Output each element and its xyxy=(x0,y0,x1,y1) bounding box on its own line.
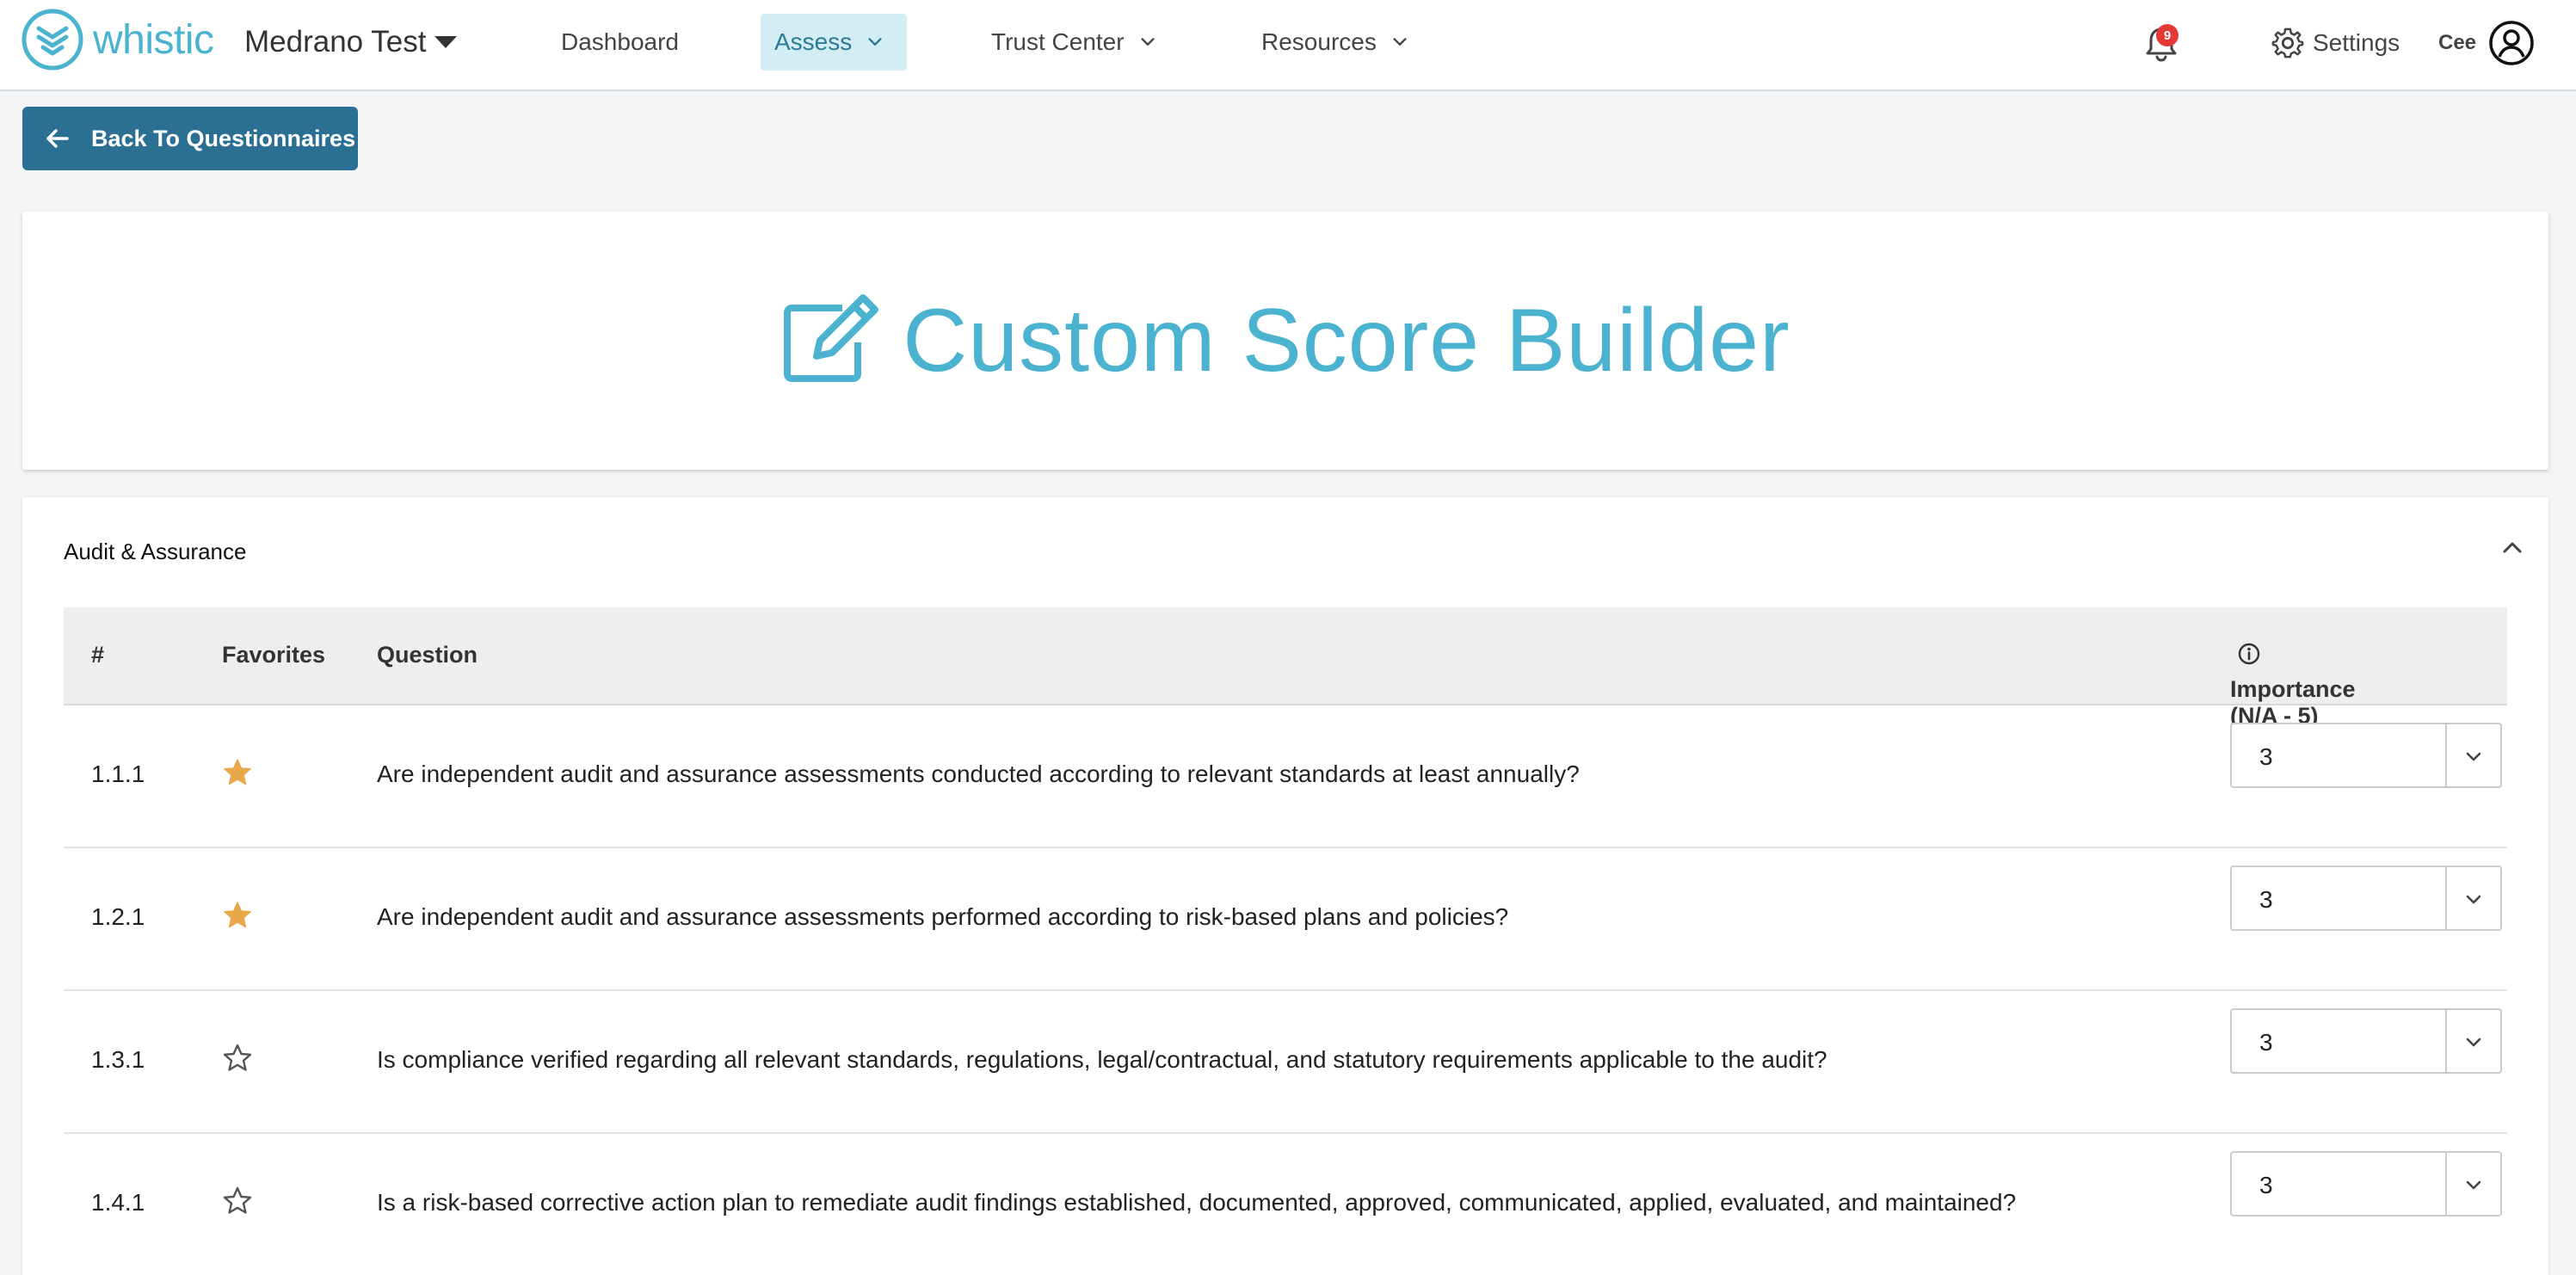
user-label: Cee xyxy=(2438,31,2477,54)
settings-label: Settings xyxy=(2313,29,2400,56)
column-header-number: # xyxy=(91,642,105,668)
question-number: 1.1.1 xyxy=(91,761,145,787)
question-text: Are independent audit and assurance asse… xyxy=(377,761,1580,787)
importance-value: 3 xyxy=(2259,743,2273,770)
nav-trust-center[interactable]: Trust Center xyxy=(977,14,1171,71)
logo-text: whistic xyxy=(93,16,214,63)
chevron-up-icon[interactable] xyxy=(2497,532,2528,563)
user-avatar-icon xyxy=(2489,21,2534,65)
chevron-down-icon xyxy=(1393,38,1407,46)
question-number: 1.3.1 xyxy=(91,1046,145,1073)
star-filled-icon[interactable] xyxy=(222,900,253,931)
column-header-favorites: Favorites xyxy=(222,642,326,668)
question-number: 1.4.1 xyxy=(91,1189,145,1216)
org-name: Medrano Test xyxy=(244,25,427,59)
section-title: Audit & Assurance xyxy=(64,539,247,564)
nav-assess[interactable]: Assess xyxy=(761,14,907,71)
importance-value: 3 xyxy=(2259,1029,2273,1056)
nav-dashboard-label: Dashboard xyxy=(561,28,679,55)
nav-dashboard[interactable]: Dashboard xyxy=(547,14,693,71)
chevron-down-icon xyxy=(1140,38,1155,46)
star-filled-icon[interactable] xyxy=(222,757,253,788)
chevron-down-icon xyxy=(868,38,882,46)
importance-value: 3 xyxy=(2259,1172,2273,1198)
select-divider xyxy=(2445,1153,2447,1215)
page-header-card: Custom Score Builder xyxy=(22,212,2548,470)
info-icon[interactable] xyxy=(2237,642,2261,666)
star-outline-icon[interactable] xyxy=(222,1043,253,1074)
select-divider xyxy=(2445,867,2447,929)
back-to-questionnaires-button[interactable]: Back To Questionnaires xyxy=(22,107,358,170)
star-outline-icon[interactable] xyxy=(222,1186,253,1216)
importance-select[interactable]: 3 xyxy=(2230,865,2502,931)
importance-select[interactable]: 3 xyxy=(2230,1008,2502,1074)
table-row: 1.2.1 Are independent audit and assuranc… xyxy=(64,848,2507,991)
gear-icon xyxy=(2271,28,2304,59)
question-text: Is a risk-based corrective action plan t… xyxy=(377,1189,2017,1216)
edit-icon xyxy=(784,294,879,382)
nav-trust-center-label: Trust Center xyxy=(991,28,1125,55)
whistic-logo[interactable]: whistic xyxy=(21,7,214,72)
question-text: Are independent audit and assurance asse… xyxy=(377,903,1509,930)
page-title: Custom Score Builder xyxy=(903,290,1790,391)
nav-resources[interactable]: Resources xyxy=(1248,14,1423,71)
question-number: 1.2.1 xyxy=(91,903,145,930)
whistic-logo-icon xyxy=(22,9,83,71)
importance-select[interactable]: 3 xyxy=(2230,1151,2502,1216)
chevron-down-icon xyxy=(2466,895,2481,904)
table-header: # Favorites Question Importance (N/A - 5… xyxy=(64,607,2507,729)
column-header-question: Question xyxy=(377,642,478,668)
select-divider xyxy=(2445,1010,2447,1072)
select-divider xyxy=(2445,724,2447,786)
arrow-left-icon xyxy=(46,129,69,148)
chevron-down-icon xyxy=(2466,752,2481,761)
table-row: 1.4.1 Is a risk-based corrective action … xyxy=(64,1134,2507,1275)
importance-value: 3 xyxy=(2259,886,2273,913)
notification-badge: 9 xyxy=(2156,24,2179,46)
back-button-label: Back To Questionnaires xyxy=(91,125,356,151)
table-row: 1.3.1 Is compliance verified regarding a… xyxy=(64,991,2507,1134)
settings-button[interactable]: Settings xyxy=(2271,22,2400,64)
chevron-down-icon xyxy=(2466,1038,2481,1047)
chevron-down-icon xyxy=(2466,1180,2481,1190)
table-row: 1.1.1 Are independent audit and assuranc… xyxy=(64,705,2507,848)
section-audit-assurance: Audit & Assurance # Favorites Question I… xyxy=(22,497,2548,1275)
questions-table: # Favorites Question Importance (N/A - 5… xyxy=(64,607,2507,1275)
user-menu[interactable]: Cee xyxy=(2438,19,2535,67)
column-header-importance: Importance (N/A - 5) xyxy=(2230,642,2356,729)
top-navigation: whistic Medrano Test Dashboard Assess Tr… xyxy=(0,0,2576,91)
importance-select[interactable]: 3 xyxy=(2230,723,2502,788)
org-switcher[interactable]: Medrano Test xyxy=(244,19,458,65)
nav-resources-label: Resources xyxy=(1261,28,1377,55)
question-text: Is compliance verified regarding all rel… xyxy=(377,1046,1827,1073)
caret-down-icon xyxy=(434,36,458,48)
nav-assess-label: Assess xyxy=(774,28,853,55)
